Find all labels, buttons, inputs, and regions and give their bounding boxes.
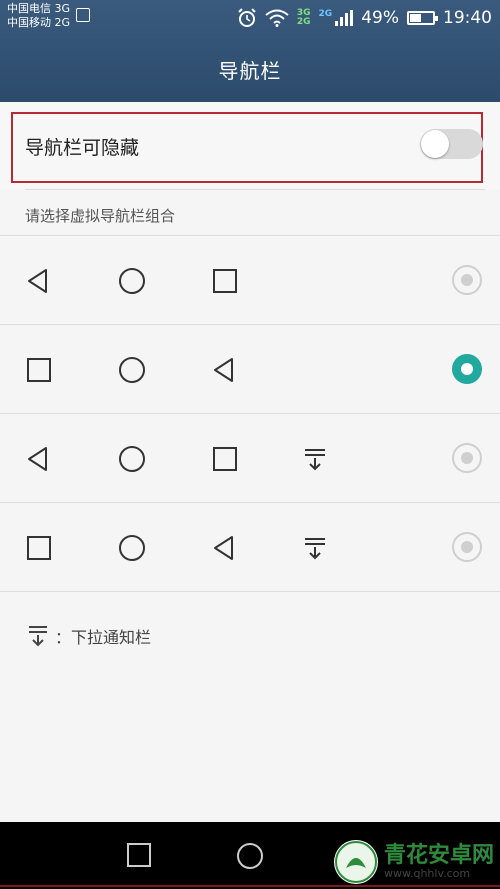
- divider: [25, 189, 485, 190]
- legend-label: ：下拉通知栏: [55, 628, 152, 647]
- image-icon: [76, 8, 90, 22]
- back-icon: [16, 436, 62, 482]
- watermark: 青花安卓网 www.qhhlv.com: [333, 840, 494, 884]
- hide-navbar-label: 导航栏可隐藏: [25, 137, 140, 159]
- status-bar-carriers: 中国电信 3G 中国移动 2G: [7, 2, 70, 30]
- navbar-combo-option[interactable]: [0, 503, 500, 592]
- status-bar-right: 3G 2G 2G 49% 19:40: [237, 4, 492, 32]
- clock: 19:40: [443, 8, 492, 28]
- recent-apps-button[interactable]: [126, 842, 152, 868]
- battery-icon: [407, 11, 438, 25]
- notification-pull-down-icon: [292, 436, 338, 482]
- home-icon: [109, 525, 155, 571]
- notification-pull-down-icon: [29, 626, 47, 647]
- home-button[interactable]: [236, 842, 264, 870]
- back-icon: [16, 258, 62, 304]
- home-icon: [109, 436, 155, 482]
- combo-radio-button[interactable]: [452, 532, 482, 562]
- header: 中国电信 3G 中国移动 2G 3G 2G 2G 49% 19:40 导航栏: [0, 0, 500, 102]
- home-icon: [109, 347, 155, 393]
- recent-apps-icon: [202, 258, 248, 304]
- switch-knob: [421, 130, 449, 158]
- navbar-combo-option[interactable]: [0, 236, 500, 325]
- divider: [0, 591, 500, 592]
- back-icon: [202, 525, 248, 571]
- section-title: 请选择虚拟导航栏组合: [25, 207, 176, 225]
- recent-apps-icon: [16, 525, 62, 571]
- watermark-url: www.qhhlv.com: [383, 867, 471, 880]
- hide-navbar-switch[interactable]: [420, 129, 483, 159]
- recent-apps-icon: [202, 436, 248, 482]
- wifi-icon: [265, 9, 289, 27]
- recent-apps-icon: [16, 347, 62, 393]
- legend: ：下拉通知栏: [25, 623, 151, 649]
- watermark-logo: [333, 840, 378, 884]
- back-icon: [202, 347, 248, 393]
- combo-radio-button[interactable]: [452, 443, 482, 473]
- net-tag-c: 2G: [318, 9, 333, 19]
- home-icon: [109, 258, 155, 304]
- leaf-logo-icon: [334, 841, 377, 883]
- carrier-2: 中国移动 2G: [7, 16, 71, 29]
- page-title: 导航栏: [218, 59, 282, 83]
- watermark-name: 青花安卓网: [383, 843, 494, 868]
- notification-pull-down-icon: [292, 525, 338, 571]
- carrier-1: 中国电信 3G: [7, 2, 71, 15]
- red-line: [0, 885, 500, 887]
- signal-icon: 2G: [319, 10, 354, 26]
- alarm-icon: [238, 8, 256, 27]
- network-tags: 3G 2G: [297, 9, 311, 27]
- navbar-combo-option[interactable]: [0, 414, 500, 503]
- navbar-combo-option[interactable]: [0, 325, 500, 414]
- combo-radio-button[interactable]: [452, 265, 482, 295]
- battery-percent: 49%: [361, 8, 399, 28]
- hide-navbar-setting[interactable]: 导航栏可隐藏: [0, 103, 500, 189]
- combo-radio-button[interactable]: [452, 354, 482, 384]
- net-tag-b: 2G: [296, 17, 311, 27]
